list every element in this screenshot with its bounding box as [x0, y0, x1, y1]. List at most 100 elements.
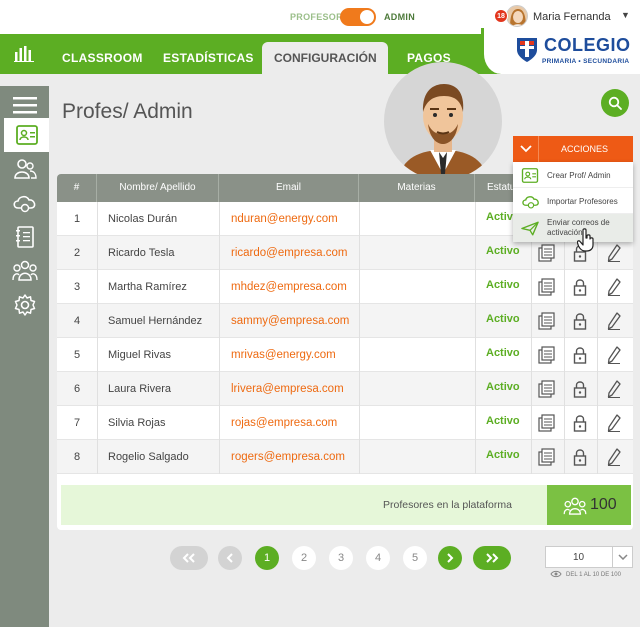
sidebar	[0, 86, 49, 627]
divider	[359, 202, 360, 474]
eye-icon	[550, 570, 562, 578]
sidebar-item-nube[interactable]	[0, 186, 49, 220]
divider	[97, 202, 98, 474]
lock-icon[interactable]	[573, 278, 587, 301]
edit-pencil-icon[interactable]	[607, 244, 621, 267]
page-button-5[interactable]: 5	[403, 546, 427, 570]
user-avatar-icon	[507, 6, 527, 26]
edit-pencil-icon[interactable]	[607, 380, 621, 403]
first-page-button[interactable]	[170, 546, 208, 570]
page-button-2[interactable]: 2	[292, 546, 316, 570]
role-toggle[interactable]	[340, 8, 376, 26]
lock-icon[interactable]	[573, 312, 587, 335]
teacher-illustration	[384, 62, 502, 180]
row-name: Silvia Rojas	[108, 417, 166, 429]
row-status: Activo	[486, 313, 520, 325]
table-row: 5 Miguel Rivas mrivas@energy.com Activo	[57, 338, 633, 372]
row-number: 2	[73, 247, 81, 259]
edit-pencil-icon[interactable]	[607, 448, 621, 471]
search-button[interactable]	[601, 89, 629, 117]
per-page-value: 10	[573, 552, 585, 563]
sidebar-item-usuarios[interactable]	[0, 152, 49, 186]
divider	[475, 202, 476, 474]
school-badge: COLEGIO PRIMARIA • SECUNDARIA	[481, 28, 640, 74]
sidebar-item-cuaderno[interactable]	[0, 220, 49, 254]
page-button-4[interactable]: 4	[366, 546, 390, 570]
user-name[interactable]: Maria Fernanda	[533, 11, 611, 23]
edit-pencil-icon[interactable]	[607, 278, 621, 301]
menu-item-crear[interactable]: Crear Prof/ Admin	[513, 162, 633, 188]
documents-icon[interactable]	[538, 244, 558, 267]
last-page-button[interactable]	[473, 546, 511, 570]
chevron-right-icon	[447, 553, 454, 563]
row-email[interactable]: mhdez@empresa.com	[231, 270, 347, 304]
per-page-select[interactable]: 10	[545, 546, 633, 568]
page-button-3[interactable]: 3	[329, 546, 353, 570]
role-label-admin: ADMIN	[384, 12, 415, 22]
edit-pencil-icon[interactable]	[607, 346, 621, 369]
chevron-down-icon[interactable]: ▼	[621, 10, 630, 20]
cloud-upload-icon	[522, 196, 539, 209]
next-page-button[interactable]	[438, 546, 462, 570]
page-button-1[interactable]: 1	[255, 546, 279, 570]
row-status: Activo	[486, 381, 520, 393]
row-email[interactable]: mrivas@energy.com	[231, 338, 336, 372]
tab-classroom[interactable]: CLASSROOM	[62, 51, 143, 65]
col-name: Nombre/ Apellido	[97, 174, 219, 202]
menu-item-importar[interactable]: Importar Profesores	[513, 188, 633, 214]
stats-logo-icon[interactable]	[14, 46, 34, 62]
edit-pencil-icon[interactable]	[607, 414, 621, 437]
divider	[597, 202, 598, 474]
row-number: 6	[73, 383, 81, 395]
teachers-total-row: Profesores en la plataforma	[61, 485, 549, 525]
row-number: 4	[73, 315, 81, 327]
edit-pencil-icon[interactable]	[607, 312, 621, 335]
menu-icon	[12, 97, 37, 114]
col-materias: Materias	[359, 174, 475, 202]
row-name: Martha Ramírez	[108, 281, 187, 293]
row-number: 7	[73, 417, 81, 429]
divider	[564, 202, 565, 474]
avatar[interactable]	[506, 5, 528, 27]
lock-icon[interactable]	[573, 346, 587, 369]
cloud-icon	[12, 195, 35, 213]
role-label-profesor: PROFESOR	[290, 12, 343, 22]
row-email[interactable]: ricardo@empresa.com	[231, 236, 348, 270]
school-name: COLEGIO	[544, 35, 631, 55]
school-subtitle: PRIMARIA • SECUNDARIA	[542, 58, 630, 65]
row-status: Activo	[486, 449, 520, 461]
lock-icon[interactable]	[573, 380, 587, 403]
documents-icon[interactable]	[538, 346, 558, 369]
users-icon	[13, 159, 37, 179]
row-email[interactable]: rojas@empresa.com	[231, 406, 337, 440]
menu-item-enviar[interactable]: Enviar correos de activación	[513, 214, 633, 242]
row-name: Ricardo Tesla	[108, 247, 175, 259]
actions-dropdown-button[interactable]: ACCIONES	[513, 136, 633, 162]
notification-badge[interactable]: 18	[494, 9, 508, 23]
row-email[interactable]: sammy@empresa.com	[231, 304, 349, 338]
documents-icon[interactable]	[538, 448, 558, 471]
sidebar-menu-toggle[interactable]	[0, 88, 49, 122]
lock-icon[interactable]	[573, 414, 587, 437]
lock-icon[interactable]	[573, 448, 587, 471]
tab-configuracion[interactable]: CONFIGURACIÓN	[274, 51, 377, 65]
tab-estadisticas[interactable]: ESTADÍSTICAS	[163, 51, 254, 65]
prev-page-button[interactable]	[218, 546, 242, 570]
row-email[interactable]: nduran@energy.com	[231, 202, 338, 236]
table-row: 6 Laura Rivera lrivera@empresa.com Activo	[57, 372, 633, 406]
documents-icon[interactable]	[538, 414, 558, 437]
row-number: 3	[73, 281, 81, 293]
table-row: 4 Samuel Hernández sammy@empresa.com Activo	[57, 304, 633, 338]
documents-icon[interactable]	[538, 380, 558, 403]
row-email[interactable]: lrivera@empresa.com	[231, 372, 344, 406]
documents-icon[interactable]	[538, 278, 558, 301]
sidebar-item-grupos[interactable]	[0, 254, 49, 288]
row-email[interactable]: rogers@empresa.com	[231, 440, 345, 474]
group-icon	[563, 497, 587, 515]
menu-label-importar: Importar Profesores	[547, 197, 618, 206]
divider	[531, 202, 532, 474]
total-count: 100	[590, 496, 617, 513]
sidebar-item-configuracion[interactable]	[0, 288, 49, 322]
documents-icon[interactable]	[538, 312, 558, 335]
sidebar-item-profesores[interactable]	[4, 118, 49, 152]
